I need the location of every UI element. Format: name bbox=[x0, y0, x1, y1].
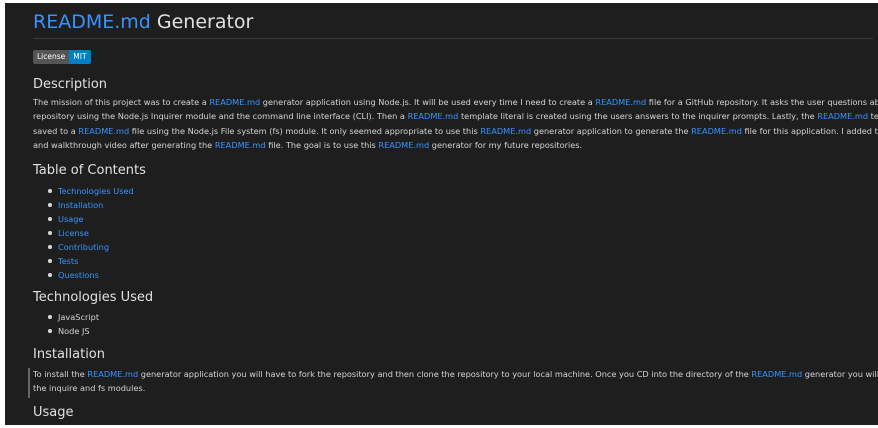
markdown-preview: README.md Generator License MIT Descript… bbox=[5, 3, 878, 425]
installation-line: To install the README.md generator appli… bbox=[33, 367, 878, 381]
description-line: and walkthrough video after generating t… bbox=[33, 138, 878, 152]
usage-heading: Usage bbox=[33, 405, 74, 420]
title-divider bbox=[33, 38, 873, 39]
license-badge-label: License bbox=[33, 50, 70, 64]
toc-link-tests[interactable]: Tests bbox=[58, 256, 78, 266]
text-span: file for this application. I added the s… bbox=[744, 125, 878, 136]
text-span: the inquire and fs modules. bbox=[33, 383, 146, 394]
text-span: The mission of this project was to creat… bbox=[33, 97, 210, 107]
text-span: generator for my future repositories. bbox=[429, 139, 583, 150]
description-paragraph: The mission of this project was to creat… bbox=[33, 95, 878, 152]
text-span: generator application you will have to f… bbox=[138, 369, 752, 379]
readme-link[interactable]: README.md bbox=[78, 126, 129, 136]
readme-link[interactable]: README.md bbox=[480, 126, 531, 136]
text-span: template literal is bbox=[870, 111, 878, 122]
toc-link-license[interactable]: License bbox=[58, 228, 89, 238]
toc-item: Technologies Used bbox=[48, 184, 134, 198]
readme-link[interactable]: README.md bbox=[691, 126, 742, 136]
readme-link[interactable]: README.md bbox=[209, 97, 260, 107]
readme-link[interactable]: README.md bbox=[87, 369, 138, 379]
toc-item: Usage bbox=[48, 212, 134, 226]
text-span: generator application to generate the bbox=[531, 125, 692, 136]
blockquote-bar bbox=[28, 368, 30, 398]
text-span: repository using the Node.js Inquirer mo… bbox=[33, 111, 408, 122]
technology-item: JavaScript bbox=[48, 310, 99, 324]
description-line: saved to a README.md file using the Node… bbox=[33, 124, 878, 138]
toc-item: Tests bbox=[48, 254, 134, 268]
readme-link[interactable]: README.md bbox=[817, 111, 868, 121]
text-span: generator you will need to install bbox=[804, 369, 878, 379]
title-link[interactable]: README.md bbox=[33, 11, 151, 33]
text-span: template literal is created using the us… bbox=[458, 111, 818, 122]
text-span: and walkthrough video after generating t… bbox=[33, 139, 215, 150]
toc-item: License bbox=[48, 226, 134, 240]
toc-link-contributing[interactable]: Contributing bbox=[58, 242, 109, 252]
toc-link-questions[interactable]: Questions bbox=[58, 270, 99, 280]
text-span: saved to a bbox=[33, 125, 79, 136]
readme-link[interactable]: README.md bbox=[595, 97, 646, 107]
description-heading: Description bbox=[33, 77, 108, 92]
readme-link[interactable]: README.md bbox=[408, 111, 459, 121]
text-span: file using the Node.js File system (fs) … bbox=[129, 125, 481, 136]
page-title: README.md Generator bbox=[33, 11, 253, 33]
toc-link-technologies-used[interactable]: Technologies Used bbox=[58, 186, 134, 196]
toc-link-usage[interactable]: Usage bbox=[58, 214, 84, 224]
toc-item: Installation bbox=[48, 198, 134, 212]
text-span: file. The goal is to use this bbox=[265, 139, 379, 150]
readme-link[interactable]: README.md bbox=[378, 140, 429, 150]
technology-item: Node JS bbox=[48, 324, 99, 338]
text-span: To install the bbox=[33, 369, 88, 379]
license-badge-value: MIT bbox=[69, 50, 91, 64]
technologies-list: JavaScript Node JS bbox=[48, 310, 99, 338]
toc-heading: Table of Contents bbox=[33, 163, 146, 178]
installation-line: the inquire and fs modules. bbox=[33, 381, 878, 395]
description-line: The mission of this project was to creat… bbox=[33, 95, 878, 109]
title-text: Generator bbox=[150, 11, 254, 33]
description-line: repository using the Node.js Inquirer mo… bbox=[33, 109, 878, 123]
text-span: file for a GitHub repository. It asks th… bbox=[648, 97, 878, 107]
toc-link-installation[interactable]: Installation bbox=[58, 200, 103, 210]
readme-link[interactable]: README.md bbox=[215, 140, 266, 150]
license-badge[interactable]: License MIT bbox=[33, 50, 91, 64]
text-span: generator application using Node.js. It … bbox=[260, 97, 596, 107]
technologies-heading: Technologies Used bbox=[33, 290, 154, 305]
toc-item: Contributing bbox=[48, 240, 134, 254]
toc-list: Technologies Used Installation Usage Licens… bbox=[48, 184, 134, 282]
installation-paragraph: To install the README.md generator appli… bbox=[33, 367, 878, 396]
toc-item: Questions bbox=[48, 268, 134, 282]
installation-heading: Installation bbox=[33, 347, 106, 362]
readme-link[interactable]: README.md bbox=[751, 369, 802, 379]
